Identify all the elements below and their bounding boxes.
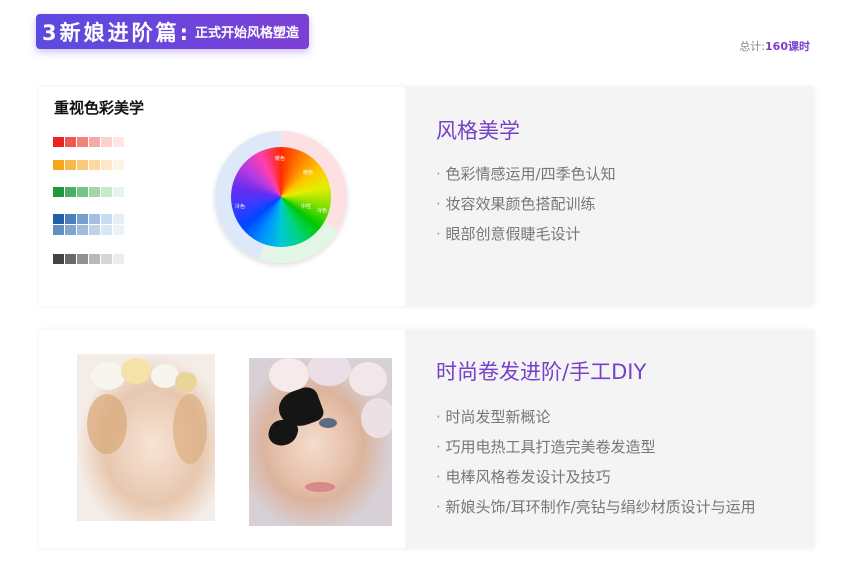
color-swatch — [53, 225, 64, 235]
course-topic: 时尚发型新概论 — [436, 402, 756, 432]
color-swatch — [89, 160, 100, 170]
color-swatch — [53, 137, 64, 147]
course-topic-list: 时尚发型新概论 巧用电热工具打造完美卷发造型 电棒风格卷发设计及技巧 新娘头饰/… — [436, 402, 756, 522]
course-topic: 巧用电热工具打造完美卷发造型 — [436, 432, 756, 462]
color-swatch — [65, 160, 76, 170]
color-swatch — [77, 137, 88, 147]
wheel-label: 暖色 — [275, 156, 286, 162]
wheel-label: 暖色 — [303, 170, 314, 176]
badge-subtitle: 正式开始风格塑造 — [195, 26, 300, 41]
color-swatch — [101, 225, 112, 235]
course-card-curly-hair: 时尚卷发进阶/手工DIY 时尚发型新概论 巧用电热工具打造完美卷发造型 电棒风格… — [39, 330, 814, 548]
color-swatch — [113, 214, 124, 224]
color-swatch — [65, 137, 76, 147]
course-card-style-aesthetics: 重视色彩美学 暖色 暖色 冷色 冷色 中性 风格美学 色彩情感运用/四季色认知 — [39, 87, 814, 306]
model-photo-butterfly — [249, 358, 392, 526]
color-swatch — [113, 225, 124, 235]
badge-title: 3新娘进阶篇: — [42, 20, 192, 45]
color-swatch — [65, 254, 76, 264]
color-swatch — [101, 160, 112, 170]
course-topic: 妆容效果颜色搭配训练 — [436, 189, 616, 219]
wheel-label: 中性 — [301, 204, 312, 210]
course-title: 时尚卷发进阶/手工DIY — [436, 360, 647, 384]
color-wheel: 暖色 暖色 冷色 冷色 中性 — [215, 131, 347, 263]
color-swatch — [53, 254, 64, 264]
total-hours: 总计:160课时 — [739, 38, 810, 54]
color-swatch — [77, 160, 88, 170]
color-wheel-hues — [231, 147, 331, 247]
section-badge: 3新娘进阶篇: 正式开始风格塑造 — [36, 14, 310, 49]
course-topic: 色彩情感运用/四季色认知 — [436, 159, 616, 189]
bride-photo-flower-crown — [77, 354, 215, 521]
color-swatch — [89, 137, 100, 147]
color-swatch — [77, 214, 88, 224]
color-swatch — [77, 187, 88, 197]
color-swatch — [65, 187, 76, 197]
course-topic: 电棒风格卷发设计及技巧 — [436, 462, 756, 492]
color-swatch — [53, 160, 64, 170]
course-details: 风格美学 色彩情感运用/四季色认知 妆容效果颜色搭配训练 眼部创意假睫毛设计 — [436, 87, 814, 306]
color-swatch — [89, 214, 100, 224]
wheel-label: 冷色 — [235, 204, 246, 210]
color-swatch — [77, 254, 88, 264]
course-title: 风格美学 — [436, 119, 520, 143]
color-aesthetics-illustration: 重视色彩美学 暖色 暖色 冷色 冷色 中性 — [39, 87, 405, 306]
color-swatch — [53, 214, 64, 224]
palette-blue — [53, 214, 125, 243]
color-swatch — [113, 160, 124, 170]
course-topic: 眼部创意假睫毛设计 — [436, 219, 616, 249]
color-swatch — [89, 187, 100, 197]
color-swatch — [101, 254, 112, 264]
total-hours-value: 160课时 — [765, 40, 810, 53]
course-topic: 新娘头饰/耳环制作/亮钻与绢纱材质设计与运用 — [436, 492, 756, 522]
color-swatch — [101, 214, 112, 224]
color-swatch — [113, 254, 124, 264]
color-swatch — [77, 225, 88, 235]
palette-yellow — [53, 160, 125, 178]
palette-red — [53, 137, 125, 155]
color-swatch — [89, 225, 100, 235]
color-swatch — [101, 187, 112, 197]
color-swatch — [53, 187, 64, 197]
total-label: 总计: — [739, 40, 766, 53]
wheel-label: 冷色 — [317, 208, 328, 214]
color-swatch — [113, 187, 124, 197]
illustration-title: 重视色彩美学 — [54, 99, 145, 117]
course-topic-list: 色彩情感运用/四季色认知 妆容效果颜色搭配训练 眼部创意假睫毛设计 — [436, 159, 616, 249]
hairstyle-photos — [39, 330, 405, 548]
color-swatch — [65, 214, 76, 224]
color-swatch — [101, 137, 112, 147]
palette-green — [53, 187, 125, 205]
course-details: 时尚卷发进阶/手工DIY 时尚发型新概论 巧用电热工具打造完美卷发造型 电棒风格… — [436, 330, 814, 548]
palette-gray — [53, 254, 125, 272]
color-swatch — [89, 254, 100, 264]
color-swatch — [65, 225, 76, 235]
color-swatch — [113, 137, 124, 147]
